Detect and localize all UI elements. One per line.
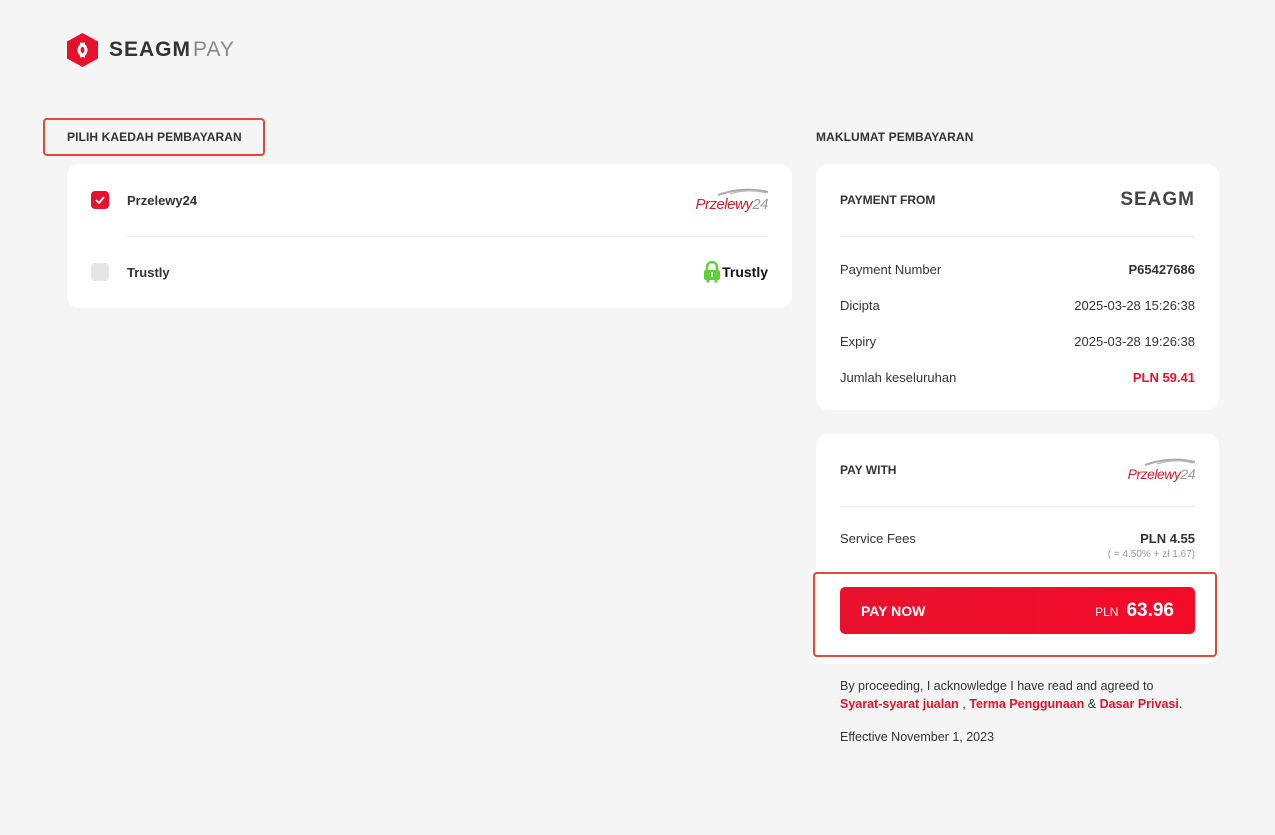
payment-info-card: PAYMENT FROM SEAGM Payment Number P65427… (816, 164, 1219, 410)
effective-date: Effective November 1, 2023 (840, 730, 995, 744)
seagm-logo-icon: SEAGM (1120, 189, 1195, 210)
created-row: Dicipta 2025-03-28 15:26:38 (840, 295, 1195, 315)
kv-label: Expiry (840, 333, 877, 349)
expiry-row: Expiry 2025-03-28 19:26:38 (840, 331, 1195, 351)
pay-with-header: PAY WITH Przelewy24 (840, 454, 1195, 486)
service-fees-value: PLN 4.55 (1140, 530, 1195, 546)
pay-now-button[interactable]: PAY NOW PLN 63.96 (840, 587, 1195, 634)
service-fees-row: Service Fees PLN 4.55 (840, 528, 1195, 548)
divider (840, 236, 1195, 237)
payment-methods-card: Przelewy24 Przelewy24 Trustly Trustly (67, 164, 792, 308)
method-name: Przelewy24 (127, 192, 198, 208)
payment-info-title: MAKLUMAT PEMBAYARAN (816, 130, 974, 144)
przelewy24-logo-icon: Przelewy24 (1128, 458, 1195, 482)
method-name: Trustly (127, 264, 170, 280)
checkbox-checked[interactable] (91, 191, 109, 209)
pay-now-label: PAY NOW (861, 602, 926, 619)
total-row: Jumlah keseluruhan PLN 59.41 (840, 367, 1195, 387)
privacy-policy-link[interactable]: Dasar Privasi (1100, 697, 1179, 711)
expiry-value: 2025-03-28 19:26:38 (1074, 333, 1195, 349)
kv-label: Jumlah keseluruhan (840, 369, 957, 385)
pay-with-label: PAY WITH (840, 463, 897, 477)
kv-label: Service Fees (840, 530, 916, 546)
pay-now-amount: PLN 63.96 (1095, 599, 1174, 621)
payment-number-value: P65427686 (1128, 261, 1195, 277)
divider (840, 506, 1195, 507)
kv-label: Dicipta (840, 297, 880, 313)
divider (127, 236, 768, 237)
terms-text: By proceeding, I acknowledge I have read… (840, 679, 1183, 711)
fee-note: ( = 4.50% + zł 1.67) (1107, 549, 1195, 560)
kv-label: Payment Number (840, 261, 942, 277)
terms-of-use-link[interactable]: Terma Penggunaan (969, 697, 1084, 711)
seagm-logo-icon (67, 33, 98, 67)
przelewy24-logo-icon: Przelewy24 (695, 188, 768, 213)
payment-from-header: PAYMENT FROM SEAGM (840, 184, 1195, 216)
total-value: PLN 59.41 (1132, 369, 1195, 385)
trustly-logo-icon: Trustly (703, 261, 768, 283)
brand-logo[interactable]: SEAGMPAY (67, 33, 235, 67)
created-value: 2025-03-28 15:26:38 (1074, 297, 1195, 313)
payment-from-label: PAYMENT FROM (840, 193, 936, 207)
payment-number-row: Payment Number P65427686 (840, 259, 1195, 279)
method-row-trustly[interactable]: Trustly Trustly (91, 248, 768, 296)
payment-method-title: PILIH KAEDAH PEMBAYARAN (67, 130, 242, 144)
brand-name: SEAGMPAY (109, 38, 235, 61)
checkbox-unchecked[interactable] (91, 263, 109, 281)
check-icon (95, 196, 105, 204)
terms-of-sale-link[interactable]: Syarat-syarat jualan (840, 697, 959, 711)
method-row-przelewy24[interactable]: Przelewy24 Przelewy24 (91, 176, 768, 224)
